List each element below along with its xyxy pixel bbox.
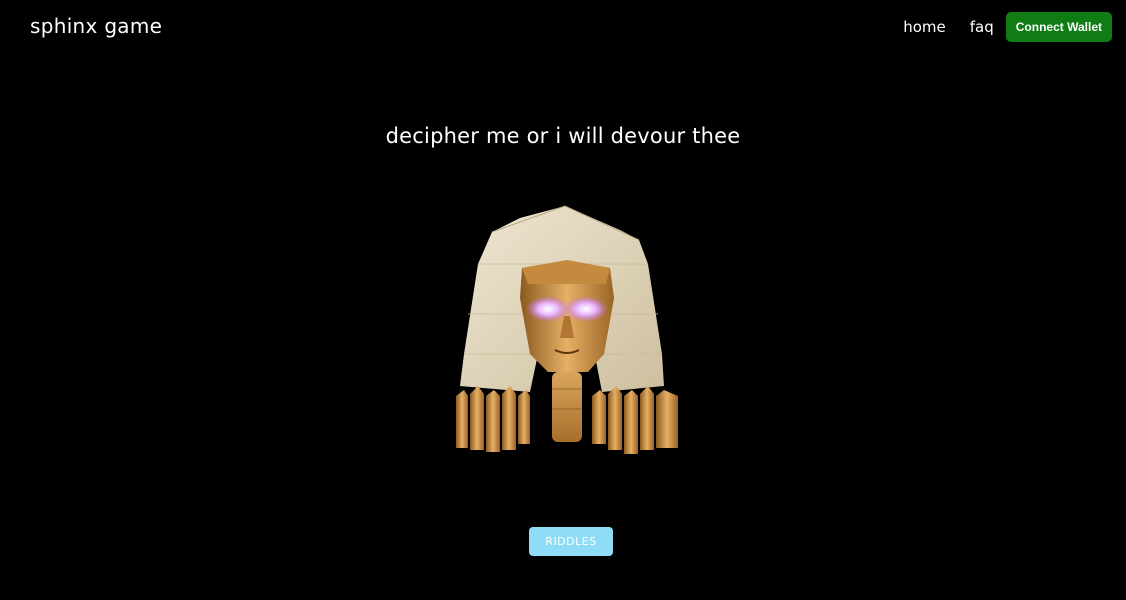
page-headline: decipher me or i will devour thee (385, 124, 741, 148)
brand-logo[interactable]: sphinx game (30, 14, 162, 38)
sphinx-head-icon (456, 205, 678, 454)
page: sphinx game home faq Connect Wallet deci… (0, 0, 1126, 600)
riddles-button[interactable]: RIDDLES (529, 527, 613, 556)
top-nav: home faq Connect Wallet (903, 12, 1112, 42)
connect-wallet-button[interactable]: Connect Wallet (1005, 12, 1112, 42)
nav-faq-link[interactable]: faq (970, 18, 994, 36)
nav-home-link[interactable]: home (903, 18, 946, 36)
